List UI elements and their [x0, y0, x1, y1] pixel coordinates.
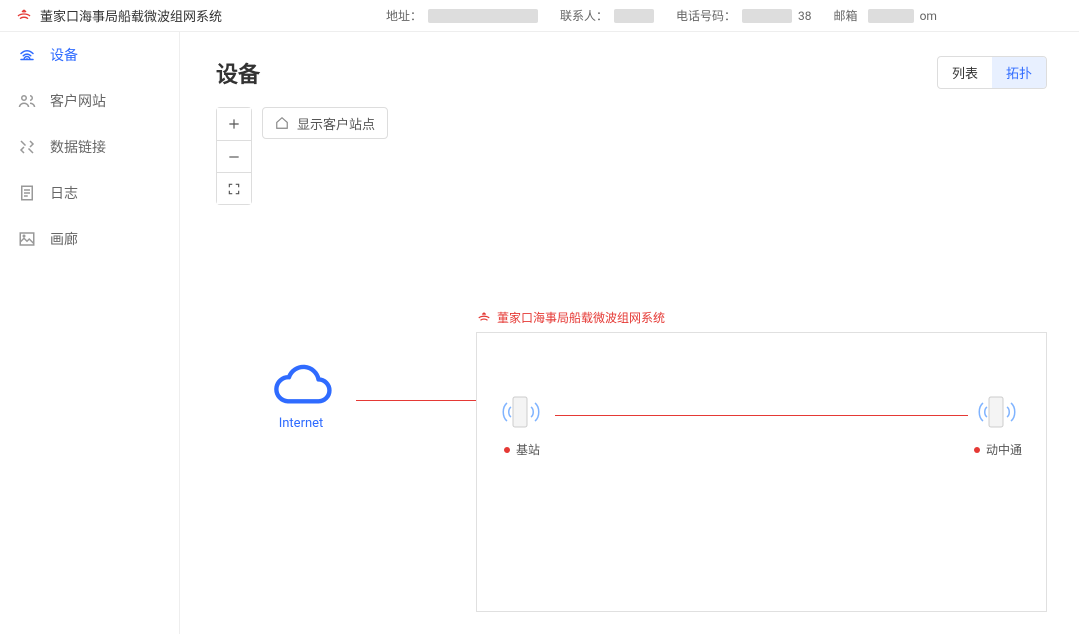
antenna-icon: [977, 393, 1019, 433]
link-icon: [18, 138, 36, 156]
contact-value-redacted: [614, 9, 654, 23]
app-logo-icon: [16, 8, 32, 24]
device-label: 基站: [516, 441, 540, 458]
sidebar-item-data-link[interactable]: 数据链接: [0, 124, 179, 170]
users-icon: [18, 92, 36, 110]
sidebar-item-label: 客户网站: [50, 91, 106, 111]
zoom-fit-button[interactable]: [217, 172, 251, 204]
zoom-in-button[interactable]: [217, 108, 251, 140]
phone-value-suffix: 38: [798, 9, 812, 23]
show-client-site-label: 显示客户站点: [297, 114, 375, 133]
view-toggle: 列表 拓扑: [937, 56, 1047, 89]
home-icon: [275, 116, 289, 130]
email-label: 邮箱: [834, 7, 858, 24]
zoom-controls: [216, 107, 252, 205]
sidebar-item-gallery[interactable]: 画廊: [0, 216, 179, 262]
contact-label: 联系人：: [560, 7, 608, 24]
status-dot-offline-icon: [504, 447, 510, 453]
sidebar-item-client-site[interactable]: 客户网站: [0, 78, 179, 124]
zoom-out-button[interactable]: [217, 140, 251, 172]
site-icon: [477, 311, 491, 325]
address-value-redacted: [428, 9, 538, 23]
cloud-icon: [266, 362, 336, 410]
sidebar-item-devices[interactable]: 设备: [0, 32, 179, 78]
site-box-title: 董家口海事局船载微波组网系统: [477, 309, 665, 326]
device-icon: [18, 46, 36, 64]
sidebar-item-label: 设备: [50, 45, 78, 65]
email-value-redacted: [868, 9, 914, 23]
sidebar-item-label: 画廊: [50, 229, 78, 249]
view-list-option[interactable]: 列表: [938, 57, 992, 88]
page-title: 设备: [216, 57, 260, 89]
address-label: 地址：: [386, 7, 422, 24]
app-title: 董家口海事局船载微波组网系统: [40, 6, 222, 25]
sidebar-item-logs[interactable]: 日志: [0, 170, 179, 216]
show-client-site-button[interactable]: 显示客户站点: [262, 107, 388, 139]
sidebar-item-label: 数据链接: [50, 137, 106, 157]
log-icon: [18, 184, 36, 202]
link-line-cloud-to-box: [356, 400, 476, 401]
device-label: 动中通: [986, 441, 1022, 458]
phone-label: 电话号码：: [676, 7, 736, 24]
device-node-base-station[interactable]: 基站: [501, 393, 543, 458]
view-topology-option[interactable]: 拓扑: [992, 57, 1046, 88]
email-value-suffix: om: [920, 9, 937, 23]
main-content: 设备 列表 拓扑 显示客户站: [180, 32, 1079, 634]
internet-label: Internet: [266, 416, 336, 431]
antenna-icon: [501, 393, 543, 433]
topbar: 董家口海事局船载微波组网系统 地址： 联系人： 电话号码： 38 邮箱 om: [0, 0, 1079, 32]
sidebar: 设备 客户网站 数据链接 日志 画廊: [0, 32, 180, 634]
site-box: 董家口海事局船载微波组网系统 基站: [476, 332, 1047, 612]
image-icon: [18, 230, 36, 248]
status-dot-offline-icon: [974, 447, 980, 453]
topology-canvas[interactable]: Internet 董家口海事局船载微波组网系统: [216, 292, 1047, 612]
sidebar-item-label: 日志: [50, 183, 78, 203]
internet-cloud-node[interactable]: Internet: [266, 362, 336, 431]
phone-value-redacted: [742, 9, 792, 23]
link-line-between-devices: [555, 415, 968, 416]
device-node-motion-through[interactable]: 动中通: [974, 393, 1022, 458]
site-box-title-text: 董家口海事局船载微波组网系统: [497, 309, 665, 326]
